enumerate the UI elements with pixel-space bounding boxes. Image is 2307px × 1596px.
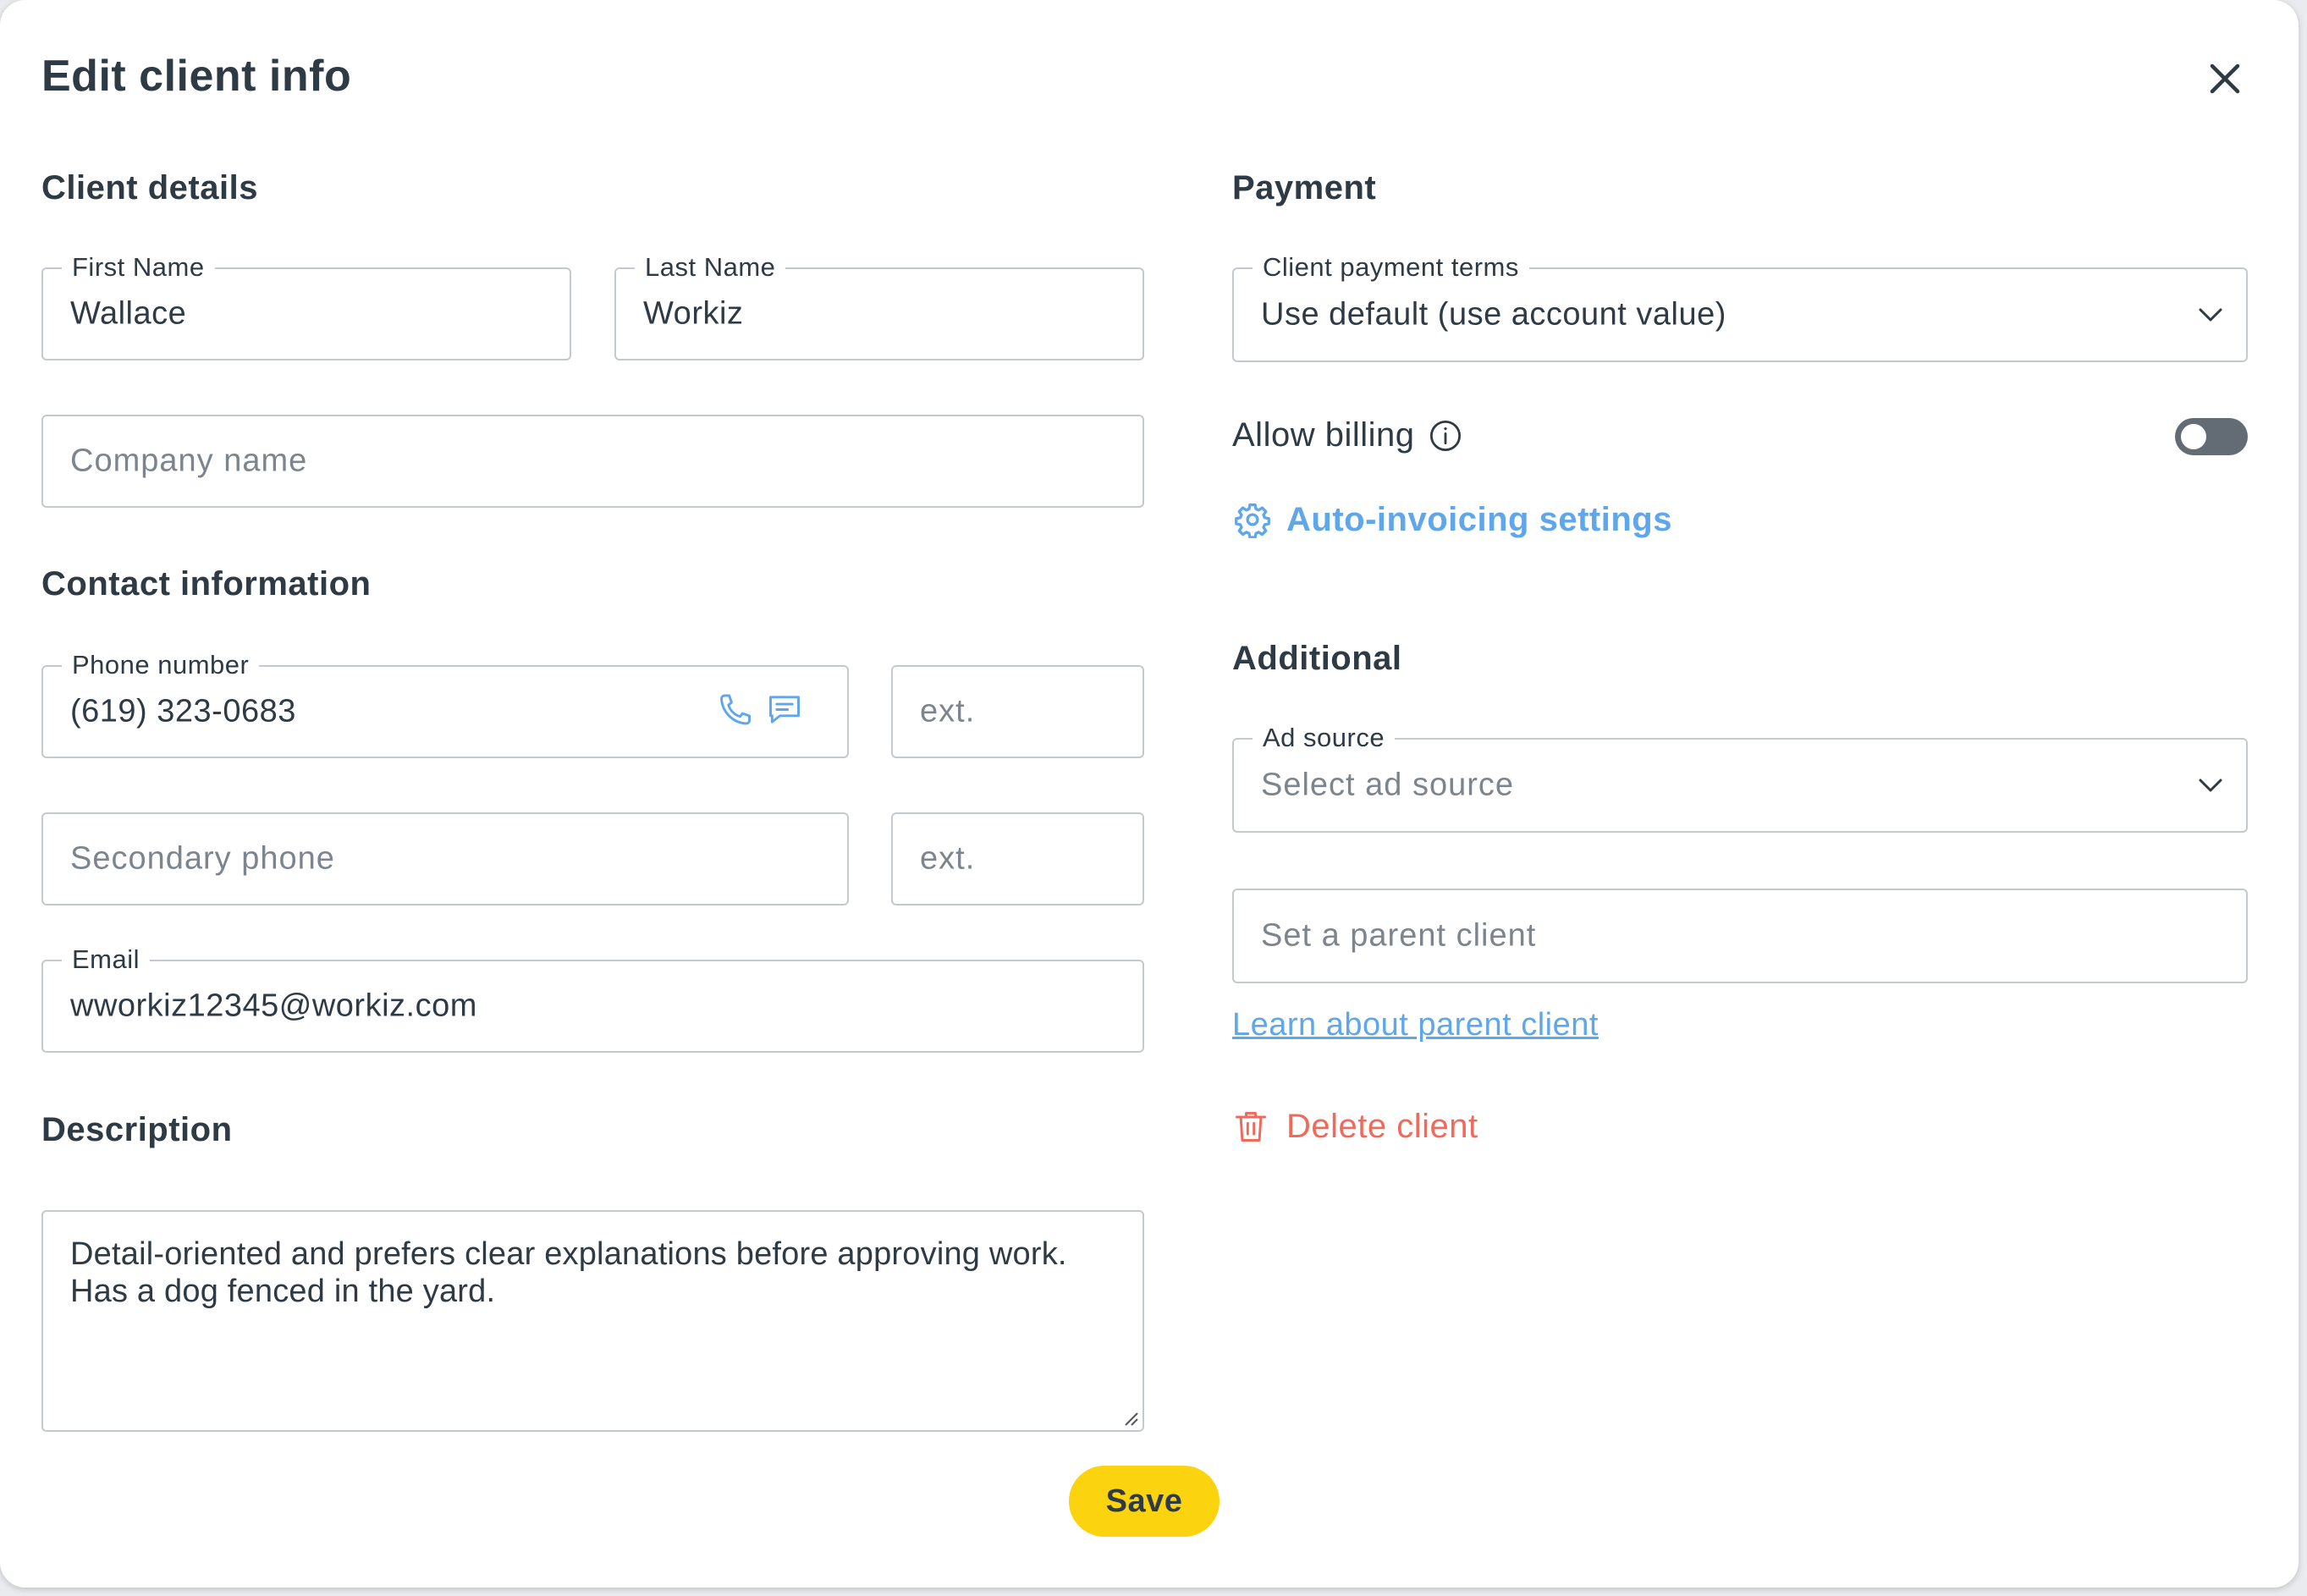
chevron-down-icon — [2199, 779, 2222, 792]
auto-invoicing-label: Auto-invoicing settings — [1286, 500, 1672, 538]
parent-client-placeholder: Set a parent client — [1261, 917, 1537, 954]
allow-billing-toggle[interactable] — [2175, 418, 2248, 455]
first-name-field[interactable]: First Name Wallace — [41, 252, 571, 360]
delete-client-button[interactable]: Delete client — [1232, 1104, 1478, 1148]
additional-heading: Additional — [1232, 640, 1402, 677]
payment-terms-label: Client payment terms — [1253, 252, 1529, 283]
phone-icon[interactable] — [717, 691, 754, 733]
ad-source-select[interactable]: Ad source Select ad source — [1232, 723, 2248, 833]
phone-number-field[interactable]: Phone number (619) 323-0683 — [41, 650, 849, 758]
close-button[interactable] — [2200, 54, 2249, 103]
toggle-knob — [2181, 424, 2206, 449]
secondary-phone-placeholder: Secondary phone — [70, 840, 335, 877]
company-name-placeholder: Company name — [70, 443, 308, 479]
gear-icon — [1235, 503, 1270, 538]
modal-title: Edit client info — [41, 52, 352, 101]
email-field[interactable]: Email wworkiz12345@workiz.com — [41, 944, 1144, 1053]
phone-number-label: Phone number — [62, 650, 260, 680]
phone-ext-input[interactable]: ext. — [891, 665, 1144, 758]
secondary-ext-placeholder: ext. — [920, 840, 976, 877]
ad-source-placeholder: Select ad source — [1261, 767, 1515, 803]
delete-client-label: Delete client — [1286, 1107, 1478, 1145]
chevron-down-icon — [2199, 308, 2222, 322]
first-name-value: Wallace — [70, 295, 187, 332]
message-icon[interactable] — [766, 691, 803, 733]
client-details-heading: Client details — [41, 169, 258, 206]
resize-handle-icon[interactable] — [1120, 1408, 1139, 1427]
ad-source-label: Ad source — [1253, 723, 1396, 753]
edit-client-modal: Edit client info Client details First Na… — [0, 0, 2299, 1588]
secondary-phone-input[interactable]: Secondary phone — [41, 812, 849, 905]
email-label: Email — [62, 944, 151, 975]
info-icon[interactable] — [1428, 418, 1463, 454]
payment-terms-value: Use default (use account value) — [1261, 296, 1726, 333]
description-textarea[interactable]: Detail-oriented and prefers clear explan… — [41, 1210, 1144, 1432]
description-text: Detail-oriented and prefers clear explan… — [70, 1236, 1067, 1309]
allow-billing-label: Allow billing — [1232, 416, 1415, 454]
secondary-ext-input[interactable]: ext. — [891, 812, 1144, 905]
trash-icon — [1236, 1111, 1266, 1142]
first-name-label: First Name — [62, 252, 215, 283]
last-name-value: Workiz — [643, 295, 744, 332]
last-name-field[interactable]: Last Name Workiz — [614, 252, 1144, 360]
last-name-label: Last Name — [635, 252, 786, 283]
allow-billing-row: Allow billing — [1232, 416, 1463, 454]
company-name-input[interactable]: Company name — [41, 415, 1144, 508]
payment-heading: Payment — [1232, 169, 1377, 206]
parent-client-input[interactable]: Set a parent client — [1232, 889, 2248, 983]
phone-number-value: (619) 323-0683 — [70, 693, 296, 729]
auto-invoicing-settings-link[interactable]: Auto-invoicing settings — [1234, 498, 1672, 542]
payment-terms-select[interactable]: Client payment terms Use default (use ac… — [1232, 252, 2248, 362]
description-heading: Description — [41, 1111, 233, 1148]
phone-ext-placeholder: ext. — [920, 693, 976, 729]
contact-information-heading: Contact information — [41, 565, 372, 603]
email-value: wworkiz12345@workiz.com — [70, 988, 477, 1024]
learn-about-parent-client-link[interactable]: Learn about parent client — [1232, 1007, 1599, 1043]
save-button[interactable]: Save — [1069, 1466, 1220, 1537]
close-icon — [2210, 63, 2240, 94]
